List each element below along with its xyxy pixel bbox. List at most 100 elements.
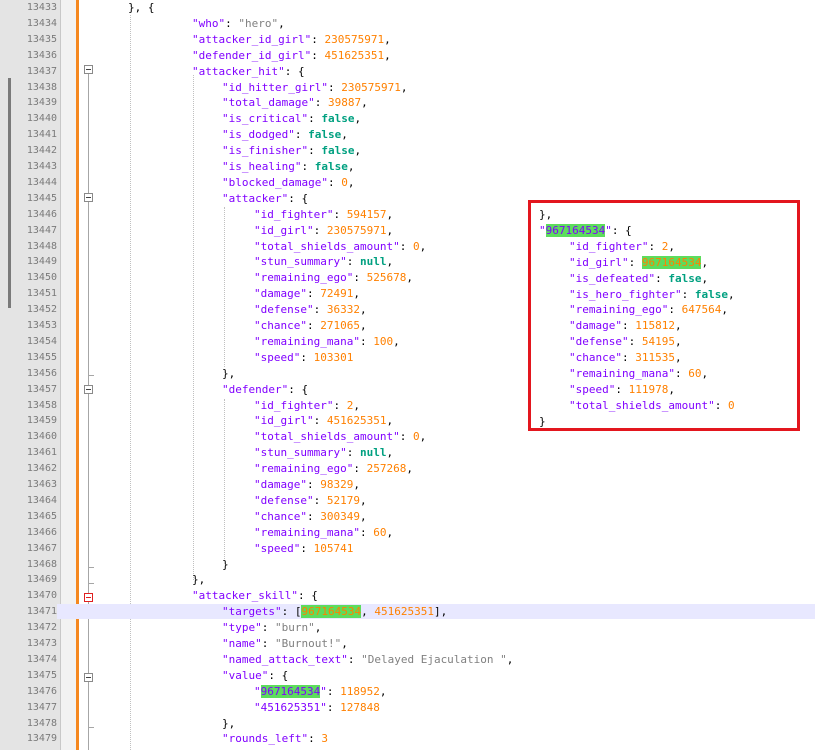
code-line[interactable]: }, [539,207,799,222]
code-token: "stun_summary" [254,446,347,460]
code-token: "id_fighter" [254,207,334,221]
code-line[interactable]: 13461 "stun_summary": null, [0,445,815,460]
code-line[interactable]: 13442 "is_finisher": false, [0,143,815,158]
code-token: , [278,16,285,30]
code-token: , [353,478,360,491]
code-line[interactable]: "chance": 311535, [539,350,799,365]
code-line[interactable]: 13469}, [0,572,815,587]
code-token: ], [433,605,448,619]
code-token: 0 [341,175,348,189]
code-line[interactable]: 13473 "name": "Burnout!", [0,636,815,651]
code-line[interactable]: 13477 "451625351": 127848 [0,700,815,715]
code-line[interactable]: 13475 "value": { [0,668,815,683]
code-token: , [314,621,322,635]
code-line[interactable]: } [539,414,799,429]
code-line[interactable]: 13478}, [0,716,815,731]
code-token: " [539,223,546,237]
code-line[interactable]: "967164534": { [539,223,799,238]
code-token: : { [297,589,318,603]
code-token: 230575971 [324,32,385,46]
line-number: 13479 [26,733,57,745]
code-line[interactable]: 13468} [0,557,815,572]
code-token: , [701,367,709,380]
line-number: 13472 [26,622,57,634]
code-token: : [668,303,682,317]
code-token: "remaining_ego" [254,271,354,285]
code-token: : [615,382,629,396]
code-token: 98329 [320,478,354,491]
code-token: "attacker" [222,191,289,205]
code-token: , [400,80,408,94]
code-line[interactable]: 13433}, { [0,0,815,15]
code-line[interactable]: 13437 "attacker_hit": { [0,64,815,79]
code-line[interactable]: "speed": 111978, [539,382,799,397]
code-line[interactable]: "damage": 115812, [539,318,799,333]
code-line[interactable]: 13460 "total_shields_amount": 0, [0,429,815,444]
line-number: 13465 [26,510,57,522]
code-line[interactable]: 13474 "named_attack_text": "Delayed Ejacu… [0,652,815,667]
code-token: "chance" [569,351,622,365]
code-line[interactable]: 13462 "remaining_ego": 257268, [0,461,815,476]
code-line[interactable]: 13443 "is_healing": false, [0,159,815,174]
code-line[interactable]: 13436 "defender_id_girl": 451625351, [0,48,815,63]
code-line[interactable]: 13470 "attacker_skill": { [0,588,815,603]
code-line[interactable]: "id_girl": 967164534, [539,255,799,270]
code-token: , [668,382,675,396]
code-line[interactable]: "is_defeated": false, [539,271,799,286]
line-number: 13434 [26,17,57,29]
code-token: : [399,430,413,444]
code-token: , [674,351,682,365]
code-line[interactable]: 13476 "967164534": 118952, [0,684,815,699]
line-number: 13440 [26,113,57,125]
code-token: , [727,287,735,301]
line-number: 13445 [26,192,57,204]
active-code-line[interactable]: 13471 "targets": [967164534, 451625351], [0,604,815,620]
code-token: 39887 [327,96,362,110]
line-number: 13467 [26,542,57,554]
code-line[interactable]: 13444 "blocked_damage": 0, [0,175,815,190]
code-line[interactable]: 13463 "damage": 98329, [0,477,815,492]
code-token: false [668,271,702,285]
code-token: 230575971 [341,80,401,94]
line-number: 13437 [26,65,57,77]
code-token: 115812 [635,319,675,333]
line-number: 13475 [26,669,57,681]
code-line[interactable]: "is_hero_fighter": false, [539,287,799,302]
code-line[interactable]: "defense": 54195, [539,334,799,349]
code-token: : [621,319,636,333]
code-token: } [539,414,546,428]
code-token: : { [284,64,305,78]
code-token: : [306,509,321,523]
code-token: , [419,430,427,444]
code-line[interactable]: "remaining_ego": 647564, [539,302,799,317]
code-line[interactable]: 13438 "id_hitter_girl": 230575971, [0,80,815,95]
code-token: "speed" [254,350,301,364]
code-line[interactable]: "id_fighter": 2, [539,239,799,254]
code-token: " [605,223,612,237]
code-line[interactable]: "total_shields_amount": 0 [539,398,799,413]
code-line[interactable]: 13466 "remaining_mana": 60, [0,525,815,540]
code-line[interactable]: 13479 "rounds_left": 3 [0,731,815,746]
code-token: , [393,334,400,348]
code-token: : [ [281,605,302,619]
code-line[interactable]: 13472 "type": "burn", [0,620,815,635]
code-token: : [333,207,347,221]
code-token: 451625351 [326,414,387,428]
code-line[interactable]: 13441 "is_dodged": false, [0,127,815,142]
code-line[interactable]: "remaining_mana": 60, [539,366,799,381]
code-line[interactable]: 13465 "chance": 300349, [0,509,815,524]
code-line[interactable]: 13439 "total_damage": 39887, [0,95,815,110]
code-token: false [321,112,355,126]
code-token: "remaining_ego" [569,303,669,317]
code-line[interactable]: 13440 "is_critical": false, [0,111,815,126]
code-token: 594157 [346,207,387,221]
code-line[interactable]: 13435 "attacker_id_girl": 230575971, [0,32,815,47]
line-number: 13435 [26,33,57,45]
line-number: 13441 [26,129,57,141]
code-line[interactable]: 13464 "defense": 52179, [0,493,815,508]
code-token: false [308,128,342,142]
code-token: , [406,462,413,476]
code-line[interactable]: 13467 "speed": 105741 [0,541,815,556]
code-token: , [384,48,391,62]
code-line[interactable]: 13434 "who": "hero", [0,16,815,31]
